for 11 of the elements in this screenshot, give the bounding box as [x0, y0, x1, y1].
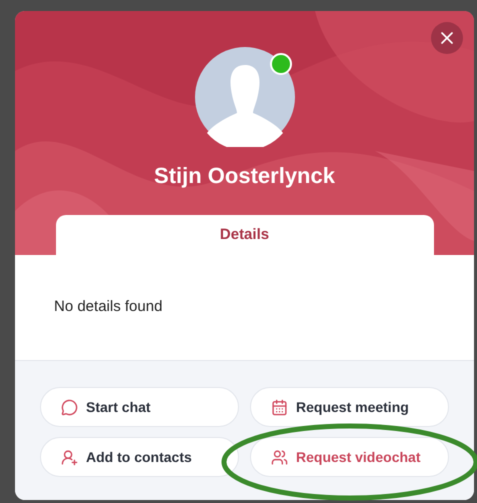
people-icon — [271, 448, 288, 466]
profile-name: Stijn Oosterlynck — [154, 162, 335, 190]
add-user-icon — [61, 448, 78, 466]
action-button[interactable]: Start chat — [40, 387, 239, 427]
details-tab[interactable]: Details — [56, 215, 434, 255]
calendar-icon — [271, 398, 288, 416]
empty-message: No details found — [54, 297, 162, 318]
action-button[interactable]: Add to contacts — [40, 437, 239, 477]
action-button[interactable]: Request meeting — [250, 387, 449, 427]
chat-bubble-icon — [61, 398, 78, 416]
action-button[interactable]: Request videochat — [250, 437, 449, 477]
